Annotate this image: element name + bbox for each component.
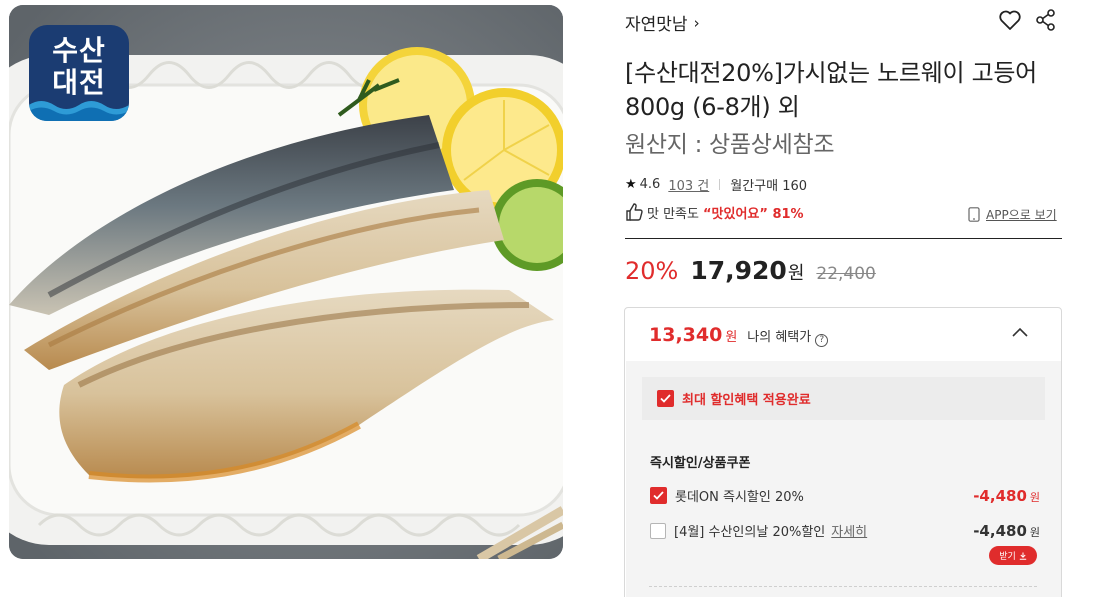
price-currency: 원 xyxy=(787,263,805,284)
rating-row: ★ 4.6 103 건 월간구매 160 xyxy=(625,175,807,194)
price-row: 20% 17,920 원 22,400 xyxy=(625,256,876,285)
discount-rate: 20% xyxy=(625,257,679,285)
benefit-price-currency: 원 xyxy=(725,330,738,345)
event-badge: 수산 대전 xyxy=(29,25,129,121)
coupon-amount-value: -4,480 xyxy=(973,521,1027,540)
product-origin: 원산지 : 상품상세참조 xyxy=(625,132,835,158)
heart-icon[interactable] xyxy=(998,9,1022,31)
sale-price: 17,920 xyxy=(690,256,787,285)
coupon-label: 롯데ON 즉시할인 20% xyxy=(675,490,804,505)
taste-satisfaction: 맛 만족도 “맛있어요” 81% xyxy=(625,202,804,222)
coupon-amount: -4,480 원 xyxy=(973,487,1040,505)
benefit-price-value: 13,340 xyxy=(649,324,723,346)
phone-icon xyxy=(968,207,980,222)
benefit-price-label: 나의 혜택가 xyxy=(747,330,812,345)
checkbox-checked-icon[interactable] xyxy=(650,487,667,504)
coupon-section-title: 즉시할인/상품쿠폰 xyxy=(650,456,751,471)
thumbs-up-icon xyxy=(626,203,643,221)
chevron-right-icon: › xyxy=(693,13,700,32)
star-icon: ★ xyxy=(625,177,637,192)
chevron-up-icon[interactable] xyxy=(1011,326,1029,338)
taste-highlight: “맛있어요” 81% xyxy=(702,206,804,222)
dashed-divider xyxy=(649,586,1037,587)
max-benefit-toggle[interactable]: 최대 할인혜택 적용완료 xyxy=(642,377,1045,420)
checkbox-checked-icon[interactable] xyxy=(657,390,674,407)
review-count-link[interactable]: 103 건 xyxy=(668,175,709,194)
brand-link[interactable]: 자연맛남 › xyxy=(625,10,700,36)
coupon-item[interactable]: 롯데ON 즉시할인 20% -4,480 원 xyxy=(650,486,1040,505)
coupon-label: [4월] 수산인의날 20%할인 xyxy=(674,525,826,540)
brand-name: 자연맛남 xyxy=(625,15,688,35)
share-icon[interactable] xyxy=(1036,9,1056,31)
monthly-purchase: 월간구매 160 xyxy=(730,179,808,194)
badge-line-1: 수산 xyxy=(52,34,106,67)
product-title: [수산대전20%]가시없는 노르웨이 고등어 800g (6-8개) 외 xyxy=(625,59,1037,121)
download-icon xyxy=(1019,552,1026,560)
rating-value: 4.6 xyxy=(639,177,661,192)
max-benefit-label: 최대 할인혜택 적용완료 xyxy=(682,393,811,408)
benefit-panel: 13,340 원 나의 혜택가 ? 최대 할인혜택 적용완료 즉시할인/상품쿠폰… xyxy=(624,307,1062,597)
coupon-amount-currency: 원 xyxy=(1029,490,1040,504)
coupon-detail-link[interactable]: 자세히 xyxy=(831,521,867,540)
coupon-item[interactable]: [4월] 수산인의날 20%할인 자세히 -4,480 원 xyxy=(650,521,1040,540)
coupon-amount-value: -4,480 xyxy=(973,486,1027,505)
my-benefit-price[interactable]: 13,340 원 나의 혜택가 ? xyxy=(649,324,829,347)
help-icon[interactable]: ? xyxy=(815,333,829,347)
taste-label: 맛 만족도 xyxy=(647,206,699,222)
checkbox-unchecked-icon[interactable] xyxy=(650,522,666,539)
app-view-label: APP으로 보기 xyxy=(986,208,1057,222)
wave-icon xyxy=(29,101,129,121)
app-view-link[interactable]: APP으로 보기 xyxy=(968,206,1057,223)
get-coupon-label: 받기 xyxy=(999,552,1016,562)
coupon-amount: -4,480 원 xyxy=(973,522,1040,540)
product-image[interactable]: 수산 대전 xyxy=(9,5,563,559)
original-price: 22,400 xyxy=(816,264,876,284)
section-divider xyxy=(625,238,1062,239)
get-coupon-button[interactable]: 받기 xyxy=(989,546,1037,565)
divider xyxy=(719,179,721,190)
coupon-amount-currency: 원 xyxy=(1029,525,1040,539)
